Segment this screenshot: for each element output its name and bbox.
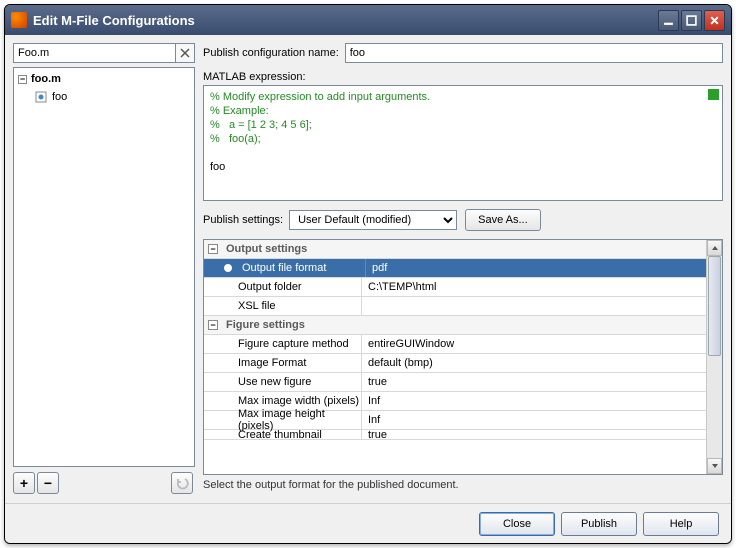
row-max-image-height[interactable]: Max image height (pixels) Inf: [204, 411, 706, 430]
row-use-new-figure[interactable]: Use new figure true: [204, 373, 706, 392]
scroll-up-button[interactable]: [707, 240, 722, 256]
dialog-body: − foo.m foo + − Publish co: [5, 35, 731, 503]
config-tree[interactable]: − foo.m foo: [13, 67, 195, 467]
revert-button[interactable]: [171, 472, 193, 494]
config-name-label: Publish configuration name:: [203, 47, 339, 59]
titlebar[interactable]: Edit M-File Configurations: [5, 5, 731, 35]
add-config-button[interactable]: +: [13, 472, 35, 494]
row-output-folder[interactable]: Output folder C:\TEMP\html: [204, 278, 706, 297]
save-as-button[interactable]: Save As...: [465, 209, 541, 231]
clear-filter-button[interactable]: [175, 43, 195, 63]
filter-input[interactable]: [13, 43, 176, 63]
publish-button[interactable]: Publish: [561, 512, 637, 536]
tree-root-label: foo.m: [31, 73, 61, 85]
dialog-window: Edit M-File Configurations − foo.m: [4, 4, 732, 544]
code-status-marker: [708, 89, 719, 100]
tree-root-item[interactable]: − foo.m: [16, 70, 192, 88]
close-button[interactable]: [704, 10, 725, 31]
scroll-down-button[interactable]: [707, 458, 722, 474]
minimize-button[interactable]: [658, 10, 679, 31]
window-title: Edit M-File Configurations: [33, 13, 656, 28]
collapse-icon[interactable]: −: [18, 75, 27, 84]
publish-settings-combo[interactable]: User Default (modified): [289, 210, 457, 230]
collapse-icon[interactable]: −: [208, 244, 218, 254]
grid-scrollbar[interactable]: [706, 240, 722, 474]
row-figure-capture-method[interactable]: Figure capture method entireGUIWindow: [204, 335, 706, 354]
config-icon: [34, 90, 48, 104]
row-image-format[interactable]: Image Format default (bmp): [204, 354, 706, 373]
right-panel: Publish configuration name: MATLAB expre…: [203, 43, 723, 495]
tree-child-item[interactable]: foo: [16, 88, 192, 106]
remove-config-button[interactable]: −: [37, 472, 59, 494]
settings-grid: − Output settings Output file format pdf…: [203, 239, 723, 475]
hint-text: Select the output format for the publish…: [203, 479, 723, 495]
row-xsl-file[interactable]: XSL file: [204, 297, 706, 316]
maximize-button[interactable]: [681, 10, 702, 31]
collapse-icon[interactable]: −: [208, 320, 218, 330]
undo-icon: [175, 476, 189, 490]
expression-label: MATLAB expression:: [203, 71, 723, 83]
x-icon: [180, 48, 190, 58]
publish-settings-label: Publish settings:: [203, 214, 283, 226]
section-figure-settings[interactable]: − Figure settings: [204, 316, 706, 335]
config-name-input[interactable]: [345, 43, 723, 63]
app-icon: [11, 12, 27, 28]
tree-child-label: foo: [52, 91, 67, 103]
left-panel: − foo.m foo + −: [13, 43, 195, 495]
scroll-thumb[interactable]: [708, 256, 721, 356]
close-dialog-button[interactable]: Close: [479, 512, 555, 536]
dialog-footer: Close Publish Help: [5, 503, 731, 543]
expression-editor[interactable]: % Modify expression to add input argumen…: [203, 85, 723, 201]
radio-icon: [224, 264, 232, 272]
help-button[interactable]: Help: [643, 512, 719, 536]
section-output-settings[interactable]: − Output settings: [204, 240, 706, 259]
row-output-file-format[interactable]: Output file format pdf: [204, 259, 706, 278]
row-create-thumbnail[interactable]: Create thumbnail true: [204, 430, 706, 440]
